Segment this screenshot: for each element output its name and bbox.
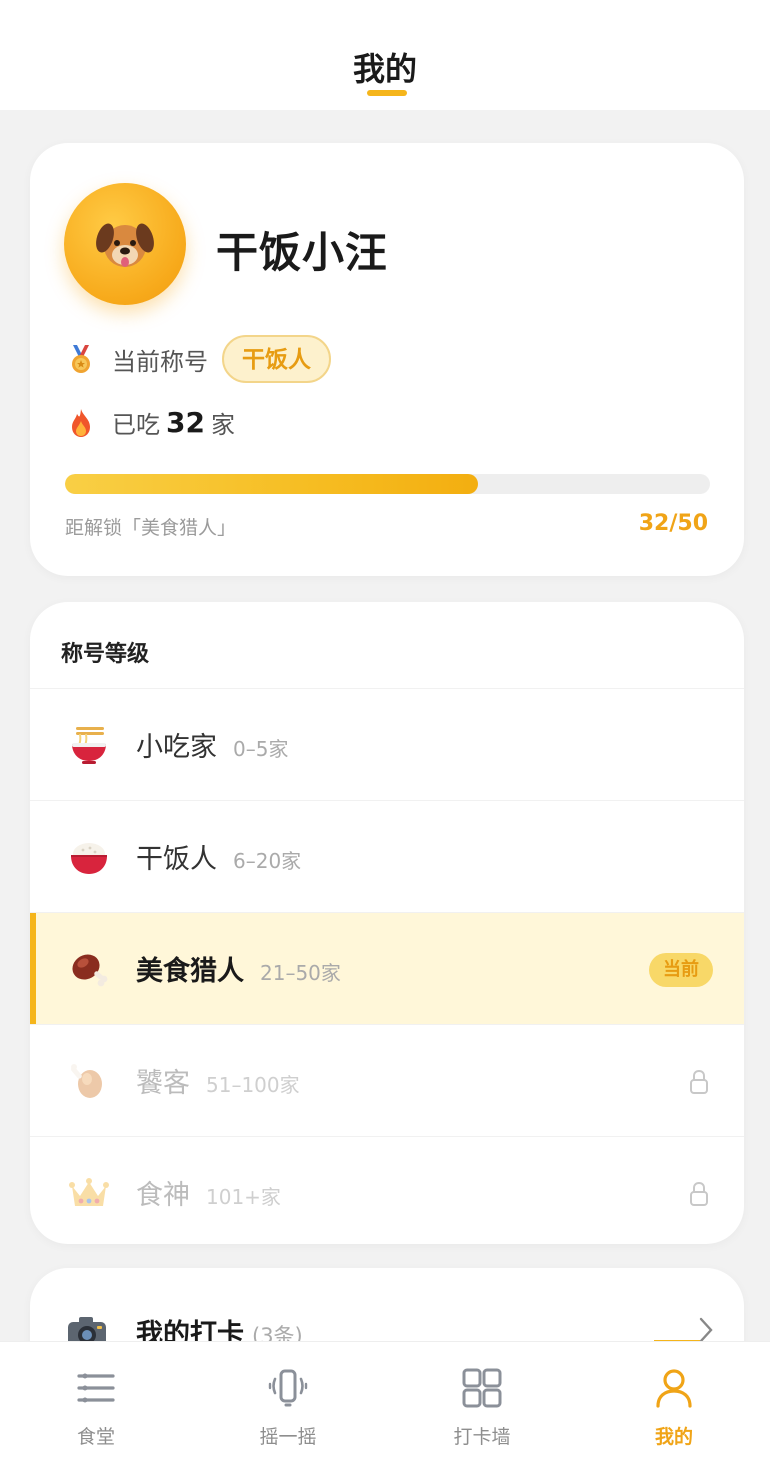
rice-bowl-icon (71, 842, 107, 874)
current-title-badge: 干饭人 (222, 335, 331, 383)
fire-icon (72, 408, 90, 437)
grid-icon (462, 1368, 502, 1408)
tab-checkin-wall[interactable]: 打卡墙 (386, 1342, 578, 1479)
level-row-snacker[interactable]: 小吃家 0–5家 (30, 688, 744, 800)
tab-label: 我的 (654, 1426, 693, 1448)
shake-phone-icon (268, 1369, 308, 1407)
page-title: 我的 (352, 50, 417, 88)
noodle-bowl-icon (72, 726, 106, 764)
tab-mine[interactable]: 我的 (578, 1342, 770, 1479)
level-range: 0–5家 (233, 737, 289, 761)
level-range: 6–20家 (233, 849, 302, 873)
level-range: 21–50家 (260, 961, 341, 985)
current-indicator (30, 913, 36, 1025)
crown-icon (69, 1177, 109, 1206)
count-prefix: 已吃 (112, 411, 160, 439)
avatar[interactable] (64, 183, 186, 305)
level-name: 食神 (136, 1180, 190, 1211)
progress-fill (65, 474, 478, 494)
tab-label: 摇一摇 (259, 1426, 317, 1448)
level-section-title: 称号等级 (61, 642, 150, 667)
bottom-tab-bar: 食堂 摇一摇 打卡墙 我的 (0, 1341, 770, 1479)
level-range: 101+家 (206, 1185, 281, 1209)
level-row-gourmet[interactable]: 饕客 51–100家 (30, 1024, 744, 1136)
current-level-badge: 当前 (649, 953, 713, 987)
eaten-count: 32 (166, 406, 205, 439)
poultry-leg-icon (70, 1063, 102, 1098)
level-name: 小吃家 (136, 732, 217, 763)
medal-icon (72, 345, 90, 373)
tab-label: 食堂 (76, 1426, 115, 1448)
count-suffix: 家 (210, 411, 235, 439)
user-icon (656, 1369, 692, 1408)
title-label: 当前称号 (112, 347, 208, 376)
chevron-right-icon[interactable] (698, 1316, 714, 1344)
eaten-count-row: 已吃 32 家 (66, 405, 235, 440)
level-list: 小吃家 0–5家 干饭人 6–20家 美食猎人 21–50家 当前 饕客 51–… (30, 688, 744, 1244)
tab-shake[interactable]: 摇一摇 (192, 1342, 384, 1479)
meat-on-bone-icon (72, 953, 108, 986)
title-row: 当前称号 干饭人 (66, 335, 331, 383)
level-card: 称号等级 小吃家 0–5家 干饭人 6–20家 美食猎人 21–50家 当前 饕… (30, 602, 744, 1244)
level-row-food-god[interactable]: 食神 101+家 (30, 1136, 744, 1244)
tab-label: 打卡墙 (453, 1426, 511, 1448)
progress-value: 32/50 (638, 511, 708, 536)
level-name: 美食猎人 (136, 956, 244, 987)
top-header: 我的 (0, 0, 770, 110)
progress-bar (65, 474, 710, 494)
title-underline (367, 90, 407, 96)
dog-face-icon (96, 223, 154, 267)
profile-card: 干饭小汪 当前称号 干饭人 已吃 32 家 距解锁「美食猎人」 32/50 (30, 143, 744, 576)
lock-icon (690, 1069, 708, 1094)
tab-canteen[interactable]: 食堂 (0, 1342, 192, 1479)
username: 干饭小汪 (216, 228, 389, 277)
menu-lines-icon (77, 1373, 115, 1403)
level-row-food-hunter[interactable]: 美食猎人 21–50家 当前 (30, 912, 744, 1025)
level-name: 饕客 (136, 1068, 190, 1099)
lock-icon (690, 1181, 708, 1206)
profile-page: 我的 干饭小汪 当前称号 干饭人 已吃 32 家 距解锁「美食猎人」 32/50… (0, 0, 770, 1479)
level-range: 51–100家 (206, 1073, 300, 1097)
progress-hint: 距解锁「美食猎人」 (65, 517, 237, 539)
level-row-foodie[interactable]: 干饭人 6–20家 (30, 800, 744, 912)
level-name: 干饭人 (136, 844, 217, 875)
